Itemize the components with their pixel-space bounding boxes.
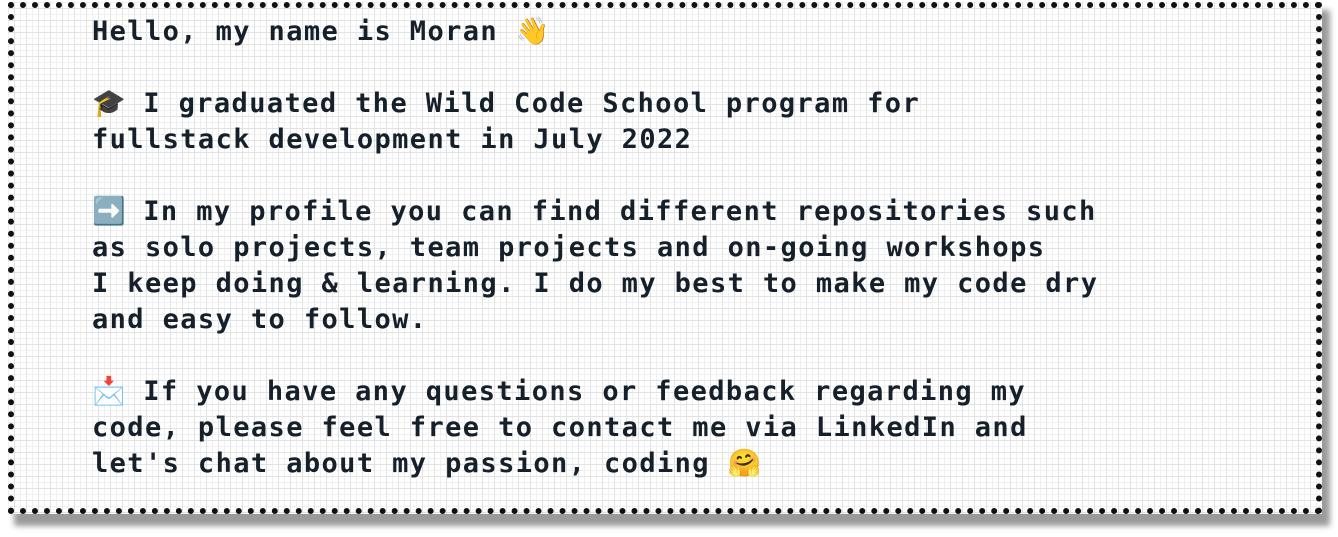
education-line-2: fullstack development in July 2022 <box>92 124 693 155</box>
repositories-line-4: and easy to follow. <box>92 304 428 335</box>
readme-content: Hello, my name is Moran 👋 🎓 I graduated … <box>92 14 1242 518</box>
contact-line-2: code, please feel free to contact me via… <box>92 412 1028 443</box>
greeting-line: Hello, my name is Moran 👋 <box>92 14 1242 50</box>
education-paragraph: 🎓 I graduated the Wild Code School progr… <box>92 86 1242 158</box>
contact-line-3: let's chat about my passion, coding 🤗 <box>92 446 1242 482</box>
waving-hand-icon: 👋 <box>515 16 550 47</box>
repositories-line-1: ➡️ In my profile you can find different … <box>92 194 1242 230</box>
contact-text-3: let's chat about my passion, coding <box>92 448 728 479</box>
contact-text-1: If you have any questions or feedback re… <box>125 376 1027 407</box>
repositories-line-2: as solo projects, team projects and on-g… <box>92 232 1046 263</box>
hugging-face-icon: 🤗 <box>727 448 762 479</box>
envelope-with-arrow-icon: 📩 <box>92 376 126 407</box>
contact-line-1: 📩 If you have any questions or feedback … <box>92 374 1242 410</box>
contact-paragraph: 📩 If you have any questions or feedback … <box>92 374 1242 482</box>
right-arrow-icon: ➡️ <box>92 196 126 227</box>
repositories-paragraph: ➡️ In my profile you can find different … <box>92 194 1242 338</box>
education-line-1: 🎓 I graduated the Wild Code School progr… <box>92 86 1242 122</box>
graduation-cap-icon: 🎓 <box>92 88 126 119</box>
repositories-line-3: I keep doing & learning. I do my best to… <box>92 268 1099 299</box>
greeting-text: Hello, my name is Moran <box>92 16 516 47</box>
repositories-text-1: In my profile you can find different rep… <box>125 196 1097 227</box>
greeting-paragraph: Hello, my name is Moran 👋 <box>92 14 1242 50</box>
education-text-1: I graduated the Wild Code School program… <box>125 88 921 119</box>
